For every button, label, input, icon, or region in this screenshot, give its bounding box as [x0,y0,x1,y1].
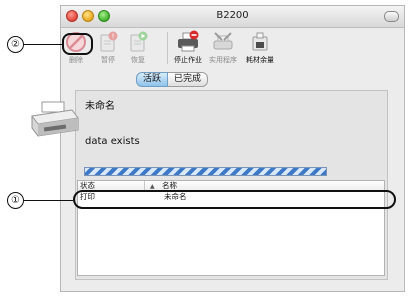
callout-row-highlight [73,190,396,209]
printer-stop-icon [176,30,200,54]
job-name: 未命名 [85,101,115,112]
printer-icon [28,100,80,144]
progress-bar [84,167,327,176]
window-title: B2200 [216,10,249,21]
delete-label: 删除 [69,56,83,64]
sort-ascending-icon: ▲ [150,183,155,190]
svg-text:!: ! [112,33,115,41]
supply-levels-label: 耗材余量 [246,56,274,64]
resume-job-icon [126,30,150,54]
stop-job-label: 停止作业 [174,56,202,64]
callout-marker-2: ② [7,36,24,53]
callout-button-highlight [62,33,93,55]
supply-levels-icon [248,30,272,54]
utility-label: 实用程序 [209,56,237,64]
callout-leader-2 [24,44,62,45]
resume-label: 恢复 [131,56,145,64]
utility-tools-icon [211,30,235,54]
title-bar: B2200 [61,6,404,28]
toolbar: 删除 ! 暂停 恢复 停止作业 实用程序 耗材余量 [61,28,404,73]
pause-label: 暂停 [101,56,115,64]
job-filter-segmented-control: 活跃 已完成 [136,72,209,87]
active-jobs-tab[interactable]: 活跃 [136,72,169,87]
supply-levels-button[interactable]: 耗材余量 [243,28,277,65]
resume-button[interactable]: 恢复 [125,28,151,65]
job-status: data exists [85,136,140,147]
pause-button[interactable]: ! 暂停 [95,28,121,65]
stop-job-button[interactable]: 停止作业 [171,28,205,65]
callout-leader-1 [24,200,73,201]
toolbar-separator [167,32,168,64]
utility-button[interactable]: 实用程序 [206,28,240,65]
callout-marker-1: ① [7,192,24,209]
pause-job-icon: ! [96,30,120,54]
toolbar-toggle-button[interactable] [384,11,399,22]
completed-jobs-tab[interactable]: 已完成 [168,72,209,87]
